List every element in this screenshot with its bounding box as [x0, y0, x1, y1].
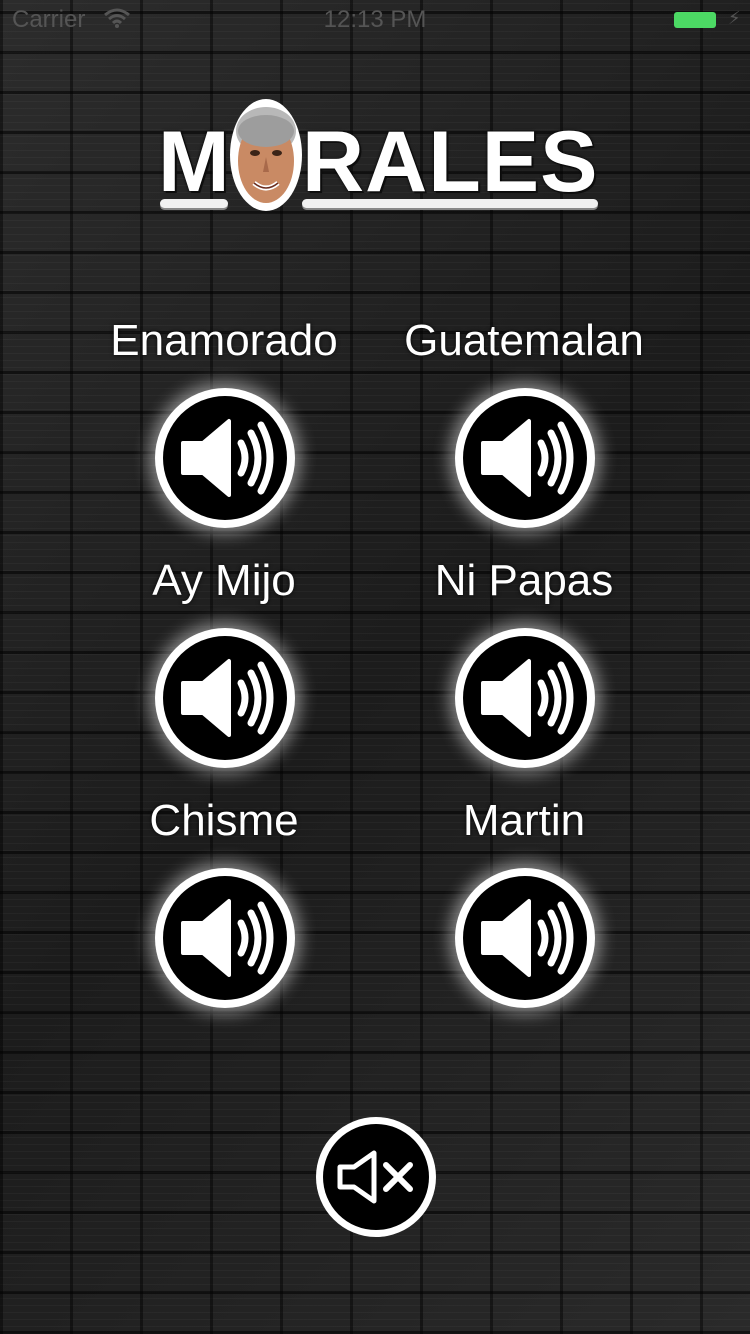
face-photo-icon: [228, 97, 304, 215]
speaker-icon: [181, 899, 274, 977]
play-ni-papas-button[interactable]: [455, 628, 595, 768]
sound-label-ni-papas: Ni Papas: [434, 556, 614, 605]
speaker-icon: [481, 659, 574, 737]
play-chisme-button[interactable]: [155, 868, 295, 1008]
clock: 12:13 PM: [323, 6, 427, 33]
play-ay-mijo-button[interactable]: [155, 628, 295, 768]
mute-button[interactable]: [316, 1117, 436, 1237]
logo-text-end: RALES: [302, 114, 599, 210]
speaker-icon: [481, 899, 574, 977]
charging-icon: ⚡: [728, 8, 741, 28]
battery-icon: [674, 12, 716, 28]
logo-underline: [302, 199, 598, 208]
sound-label-guatemalan: Guatemalan: [404, 316, 644, 365]
play-martin-button[interactable]: [455, 868, 595, 1008]
app-logo: M RALES: [150, 95, 610, 225]
mute-speaker-icon: [337, 1150, 413, 1204]
play-enamorado-button[interactable]: [155, 388, 295, 528]
speaker-icon: [181, 419, 274, 497]
play-guatemalan-button[interactable]: [455, 388, 595, 528]
speaker-icon: [481, 419, 574, 497]
status-bar: Carrier 12:13 PM ⚡: [0, 0, 750, 40]
sound-label-martin: Martin: [462, 796, 586, 845]
logo-underline: [160, 199, 228, 208]
sound-label-enamorado: Enamorado: [110, 316, 338, 365]
speaker-icon: [181, 659, 274, 737]
sound-label-chisme: Chisme: [149, 796, 299, 845]
logo-text-start: M: [158, 114, 231, 210]
sound-label-ay-mijo: Ay Mijo: [152, 556, 296, 605]
